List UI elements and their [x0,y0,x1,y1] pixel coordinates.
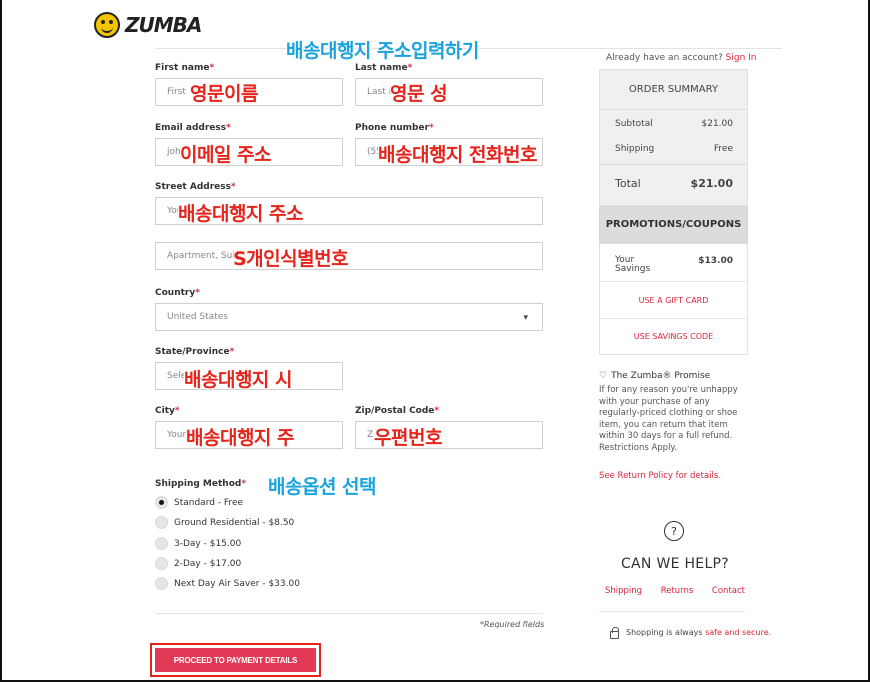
overlay-title: 배송대행지 주소입력하기 [286,40,479,62]
first-name-label: First name* [155,63,215,73]
shipping-option-standard[interactable]: Standard - Free [155,496,243,509]
shipping-option-2day[interactable]: 2-Day - $17.00 [155,557,241,570]
secure-shopping-note: Shopping is always safe and secure. [610,627,771,639]
last-name-label: Last name* [355,63,413,73]
help-question-icon: ? [664,521,684,541]
radio-icon[interactable] [155,577,168,590]
overlay-street: 배송대행지 주소 [178,203,303,225]
savings-divider [600,281,747,282]
total-row: Total $21.00 [615,177,733,190]
radio-icon[interactable] [155,516,168,529]
promotions-header: PROMOTIONS/COUPONS [599,206,748,243]
phone-label: Phone number* [355,123,434,133]
help-title: CAN WE HELP? [620,556,730,572]
required-fields-note: *Required fields [480,620,545,629]
heart-icon: ♡ [599,371,608,381]
lock-icon [610,627,619,639]
help-link-shipping[interactable]: Shipping [605,586,642,596]
help-divider [599,611,745,612]
proceed-to-payment-button[interactable]: PROCEED TO PAYMENT DETAILS [155,648,316,672]
last-name-input[interactable]: Last n [355,78,543,106]
gift-card-link[interactable]: USE A GIFT CARD [600,296,747,305]
shipping-method-label: Shipping Method* [155,479,247,489]
overlay-first-name: 영문이름 [190,83,258,105]
shipping-option-nextday[interactable]: Next Day Air Saver - $33.00 [155,577,300,590]
savings-row: Your Savings $13.00 [615,255,733,274]
shipping-option-ground[interactable]: Ground Residential - $8.50 [155,516,294,529]
overlay-city: 배송대행지 주 [186,427,295,449]
promise-body: If for any reason you're unhappy with yo… [599,385,738,453]
order-summary-title: ORDER SUMMARY [628,84,719,95]
overlay-email: 이메일 주소 [180,144,272,166]
state-label: State/Province* [155,347,235,357]
logo-text: ZUMBA [125,13,202,37]
country-label: Country* [155,288,200,298]
savings-divider [600,318,747,319]
radio-icon[interactable] [155,537,168,550]
summary-divider [600,164,747,165]
savings-panel: Your Savings $13.00 USE A GIFT CARD USE S… [599,243,748,355]
email-label: Email address* [155,123,231,133]
account-prompt: Already have an account? Sign In [606,53,757,63]
smiley-logo-icon [94,12,120,38]
overlay-state: 배송대행지 시 [184,369,293,391]
overlay-last-name: 영문 성 [390,83,448,105]
return-policy-link[interactable]: See Return Policy for details. [599,471,721,481]
country-select[interactable]: United States ▾ [155,303,543,331]
help-link-returns[interactable]: Returns [661,586,694,596]
overlay-apartment: S개인식별번호 [233,248,349,270]
city-label: City* [155,406,180,416]
zumba-logo[interactable]: ZUMBA [94,12,202,38]
proceed-highlight: PROCEED TO PAYMENT DETAILS [150,643,321,677]
radio-checked-icon[interactable] [155,496,168,509]
shipping-option-3day[interactable]: 3-Day - $15.00 [155,537,241,550]
help-link-contact[interactable]: Contact [712,586,745,596]
chevron-down-icon: ▾ [523,313,528,323]
order-summary: ORDER SUMMARY Subtotal $21.00 Shipping Fre… [599,69,748,206]
promise-title: ♡ The Zumba® Promise [599,371,711,381]
apartment-input[interactable]: Apartment, Suit [155,242,543,270]
form-divider [155,613,543,614]
summary-divider [600,109,747,110]
subtotal-row: Subtotal $21.00 [615,119,733,129]
overlay-zip: 우편번호 [374,427,442,449]
overlay-shipping: 배송옵션 선택 [268,476,377,498]
help-links: Shipping Returns Contact [599,586,751,596]
shipping-row: Shipping Free [615,144,733,154]
sign-in-link[interactable]: Sign In [726,53,757,63]
overlay-phone: 배송대행지 전화번호 [378,144,537,166]
street-label: Street Address* [155,182,236,192]
radio-icon[interactable] [155,557,168,570]
zip-label: Zip/Postal Code* [355,406,440,416]
savings-code-link[interactable]: USE SAVINGS CODE [600,332,747,341]
